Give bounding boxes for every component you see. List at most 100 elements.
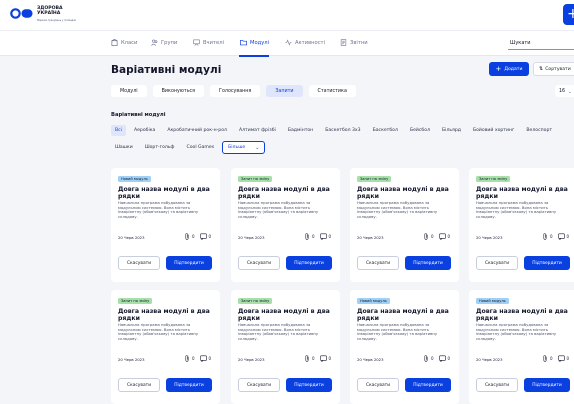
logo-icon: [10, 8, 33, 19]
module-card[interactable]: Запит на зміну Довга назва модулі в два р…: [231, 168, 340, 282]
card-date: 20 Черв 2023: [357, 357, 384, 362]
filter-chip[interactable]: Баскетбол 3x3: [321, 125, 364, 136]
confirm-button[interactable]: Підтвердити: [166, 256, 212, 270]
card-description: Навчальна програма побудована за модульн…: [357, 200, 438, 219]
confirm-button[interactable]: Підтвердити: [524, 256, 570, 270]
module-card[interactable]: Новий модуль Довга назва модулі в два ряд…: [111, 168, 220, 282]
comment-icon: [438, 233, 446, 240]
cancel-button[interactable]: Скасувати: [357, 256, 399, 270]
module-card[interactable]: Запит на зміну Довга назва модулі в два р…: [469, 168, 574, 282]
folder-icon: [240, 39, 247, 46]
tab-requests[interactable]: Запити: [266, 85, 303, 97]
card-title: Довга назва модулі в два рядки: [238, 308, 330, 323]
filter-chip[interactable]: Бадмінтон: [284, 125, 317, 136]
tab-voting[interactable]: Голосування: [210, 85, 261, 97]
sort-icon: ⇅: [539, 66, 544, 72]
add-button-label: Додати: [504, 66, 523, 72]
filter-chip[interactable]: Всі: [111, 125, 126, 136]
comments-count: 0: [328, 356, 332, 361]
comment-icon: [319, 233, 327, 240]
add-button[interactable]: + Додати: [489, 62, 529, 76]
paperclip-icon: [543, 233, 547, 240]
filter-chip[interactable]: Велоспорт: [522, 125, 556, 136]
card-counts: 00: [423, 233, 450, 240]
attachments-count: 0: [192, 356, 195, 361]
filter-chip[interactable]: Баскетбол: [369, 125, 402, 136]
card-date: 20 Черв 2023: [238, 235, 265, 240]
card-description: Навчальна програма побудована за модульн…: [118, 200, 199, 219]
comment-icon: [438, 355, 446, 362]
filter-chip[interactable]: Акробатичний рок-н-рол: [163, 125, 231, 136]
search-input[interactable]: Шукати: [510, 40, 531, 46]
filter-chip[interactable]: Шорт-гольф: [141, 142, 179, 153]
tab-statistics[interactable]: Статистика: [308, 85, 356, 97]
module-card[interactable]: Новий модуль Довга назва модулі в два ряд…: [350, 290, 459, 404]
status-badge: Новий модуль: [118, 176, 151, 182]
card-counts: 00: [304, 233, 331, 240]
nav-label: Класи: [121, 39, 138, 46]
confirm-button[interactable]: Підтвердити: [286, 256, 332, 270]
attachments-count: 0: [431, 234, 434, 239]
nav-item-modules[interactable]: Модулі: [240, 39, 269, 46]
card-description: Навчальна програма побудована за модульн…: [118, 322, 199, 341]
page-size-select[interactable]: 16 ⌄: [555, 85, 574, 97]
attachments-count: 0: [431, 356, 434, 361]
cancel-button[interactable]: Скасувати: [118, 256, 160, 270]
module-card[interactable]: Запит на зміну Довга назва модулі в два р…: [231, 290, 340, 404]
filter-chip[interactable]: Більярд: [438, 125, 465, 136]
card-date: 20 Черв 2023: [238, 357, 265, 362]
card-date: 20 Черв 2023: [118, 235, 145, 240]
attachments-count: 0: [312, 356, 315, 361]
filter-chip[interactable]: Аеробіка: [130, 125, 159, 136]
module-card[interactable]: Запит на зміну Довга назва модулі в два р…: [111, 290, 220, 404]
status-badge: Новий модуль: [476, 298, 509, 304]
paperclip-icon: [424, 355, 428, 362]
building-icon: [111, 39, 118, 46]
search-underline: [508, 49, 574, 50]
nav-label: Групи: [161, 39, 178, 46]
card-title: Довга назва модулі в два рядки: [357, 308, 449, 323]
card-description: Навчальна програма побудована за модульн…: [357, 322, 438, 341]
filter-chip[interactable]: Алтимат фрізбі: [235, 125, 280, 136]
comment-icon: [319, 355, 327, 362]
paperclip-icon: [305, 233, 309, 240]
nav-item-classes[interactable]: Класи: [111, 39, 137, 46]
brand-tagline: Мережа тренувань у громадах: [37, 18, 77, 22]
filter-chip[interactable]: Бейсбол: [406, 125, 434, 136]
main-nav: Класи Групи Вчителі Модулі Активності Зв…: [0, 30, 574, 57]
comment-icon: [199, 355, 207, 362]
tab-modules[interactable]: Модулі: [111, 85, 147, 97]
nav-label: Вчителі: [203, 39, 224, 46]
card-counts: 00: [184, 233, 211, 240]
nav-item-reports[interactable]: Звітни: [340, 39, 368, 46]
page-size-value: 16: [559, 88, 566, 94]
sort-button[interactable]: ⇅ Сортувати: [533, 62, 574, 76]
nav-item-teachers[interactable]: Вчителі: [193, 39, 224, 46]
nav-label: Модулі: [250, 39, 270, 46]
cancel-button[interactable]: Скасувати: [476, 256, 518, 270]
cancel-button[interactable]: Скасувати: [238, 256, 280, 270]
filter-chip[interactable]: Бойовий хортинг: [469, 125, 518, 136]
card-description: Навчальна програма побудована за модульн…: [238, 322, 319, 341]
module-card[interactable]: Новий модуль Довга назва модулі в два ряд…: [469, 290, 574, 404]
comments-count: 0: [208, 356, 212, 361]
nav-item-activities[interactable]: Активності: [285, 39, 325, 46]
filter-chip[interactable]: Cool Games: [182, 142, 218, 153]
module-card[interactable]: Запит на зміну Довга назва модулі в два р…: [350, 168, 459, 282]
more-filters-label: Більше: [228, 145, 246, 150]
comment-icon: [557, 233, 565, 240]
teacher-icon: [193, 39, 200, 46]
comment-icon: [199, 233, 207, 240]
filter-chip[interactable]: Шашки: [111, 142, 137, 153]
attachments-count: 0: [550, 356, 553, 361]
card-counts: 00: [184, 355, 211, 362]
more-filters-dropdown[interactable]: Більше ⌄: [222, 141, 266, 154]
card-date: 20 Черв 2023: [476, 235, 503, 240]
nav-item-groups[interactable]: Групи: [151, 39, 177, 46]
comments-count: 0: [566, 234, 570, 239]
top-add-button[interactable]: +: [563, 4, 574, 25]
card-counts: 00: [542, 355, 569, 362]
tab-in-progress[interactable]: Виконуються: [152, 85, 205, 97]
filters-title: Варіативні модулі: [111, 112, 166, 118]
confirm-button[interactable]: Підтвердити: [405, 256, 451, 270]
